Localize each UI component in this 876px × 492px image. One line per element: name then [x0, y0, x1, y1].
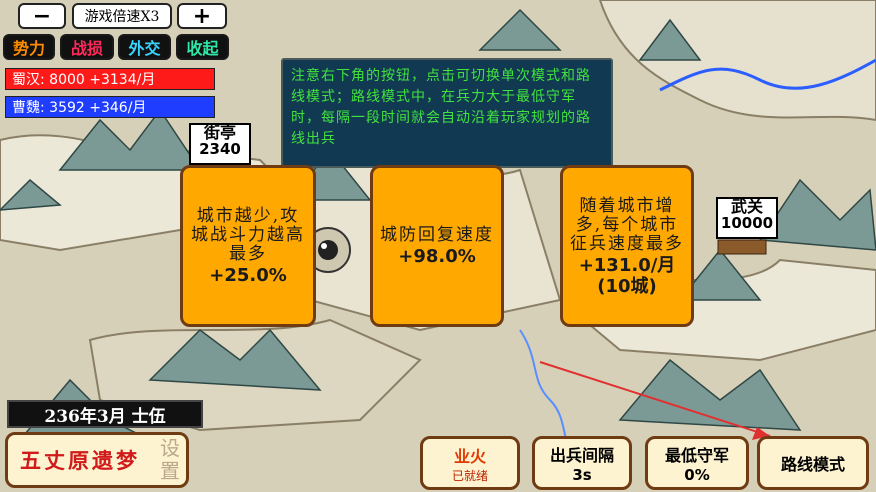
dispatch-interval-value: 3s [572, 466, 592, 484]
perk-description: 城市越少,攻城战斗力越高最多 [191, 206, 305, 264]
fire-skill-status: 已就绪 [451, 468, 488, 483]
perk-city-count: (10城) [597, 275, 657, 297]
perk-card-defense-recovery[interactable]: 城防回复速度 +98.0% [370, 165, 504, 327]
perk-value: +98.0% [398, 246, 476, 267]
tab-losses[interactable]: 战损 [60, 34, 114, 60]
dispatch-interval-label: 出兵间隔 [549, 446, 614, 465]
faction-shu-han-bar: 蜀汉: 8000 +3134/月 [5, 68, 215, 90]
city-troops: 10000 [720, 213, 774, 232]
speed-increase-button[interactable]: + [177, 3, 227, 29]
faction-cao-wei-bar: 曹魏: 3592 +346/月 [5, 96, 215, 118]
perk-description: 城防回复速度 [380, 225, 494, 245]
settings-button[interactable]: 设置 [160, 437, 182, 483]
fire-skill-label: 业火 [453, 446, 486, 466]
city-wuguan[interactable]: 武关 10000 [716, 197, 778, 239]
city-troops: 2340 [199, 139, 241, 158]
tab-power[interactable]: 势力 [3, 34, 55, 60]
dispatch-interval-button[interactable]: 出兵间隔 3s [532, 436, 632, 490]
tutorial-tip: 注意右下角的按钮，点击可切换单次模式和路线模式；路线模式中，在兵力大于最低守军时… [281, 58, 613, 168]
fire-skill-button[interactable]: 业火 已就绪 [420, 436, 520, 490]
date-rank-display: 236年3月 士伍 [7, 400, 203, 428]
tab-diplomacy[interactable]: 外交 [118, 34, 171, 60]
tab-collapse[interactable]: 收起 [176, 34, 229, 60]
game-title-panel[interactable]: 五丈原遗梦 设置 [5, 432, 189, 488]
game-speed-label: 游戏倍速X3 [72, 3, 172, 29]
route-mode-label: 路线模式 [780, 455, 845, 474]
game-title: 五丈原遗梦 [20, 448, 140, 473]
min-garrison-button[interactable]: 最低守军 0% [645, 436, 749, 490]
speed-decrease-button[interactable]: − [18, 3, 66, 29]
perk-value: +25.0% [209, 265, 287, 286]
city-jieting[interactable]: 街亭 2340 [189, 123, 251, 165]
min-garrison-value: 0% [684, 466, 710, 484]
perk-card-siege-power[interactable]: 城市越少,攻城战斗力越高最多 +25.0% [180, 165, 316, 327]
route-mode-button[interactable]: 路线模式 [757, 436, 869, 490]
perk-card-recruit-speed[interactable]: 随着城市增多,每个城市征兵速度最多 +131.0/月 (10城) [560, 165, 694, 327]
perk-value: +131.0/月 [578, 254, 676, 276]
perk-description: 随着城市增多,每个城市征兵速度最多 [570, 195, 684, 254]
min-garrison-label: 最低守军 [664, 446, 729, 465]
